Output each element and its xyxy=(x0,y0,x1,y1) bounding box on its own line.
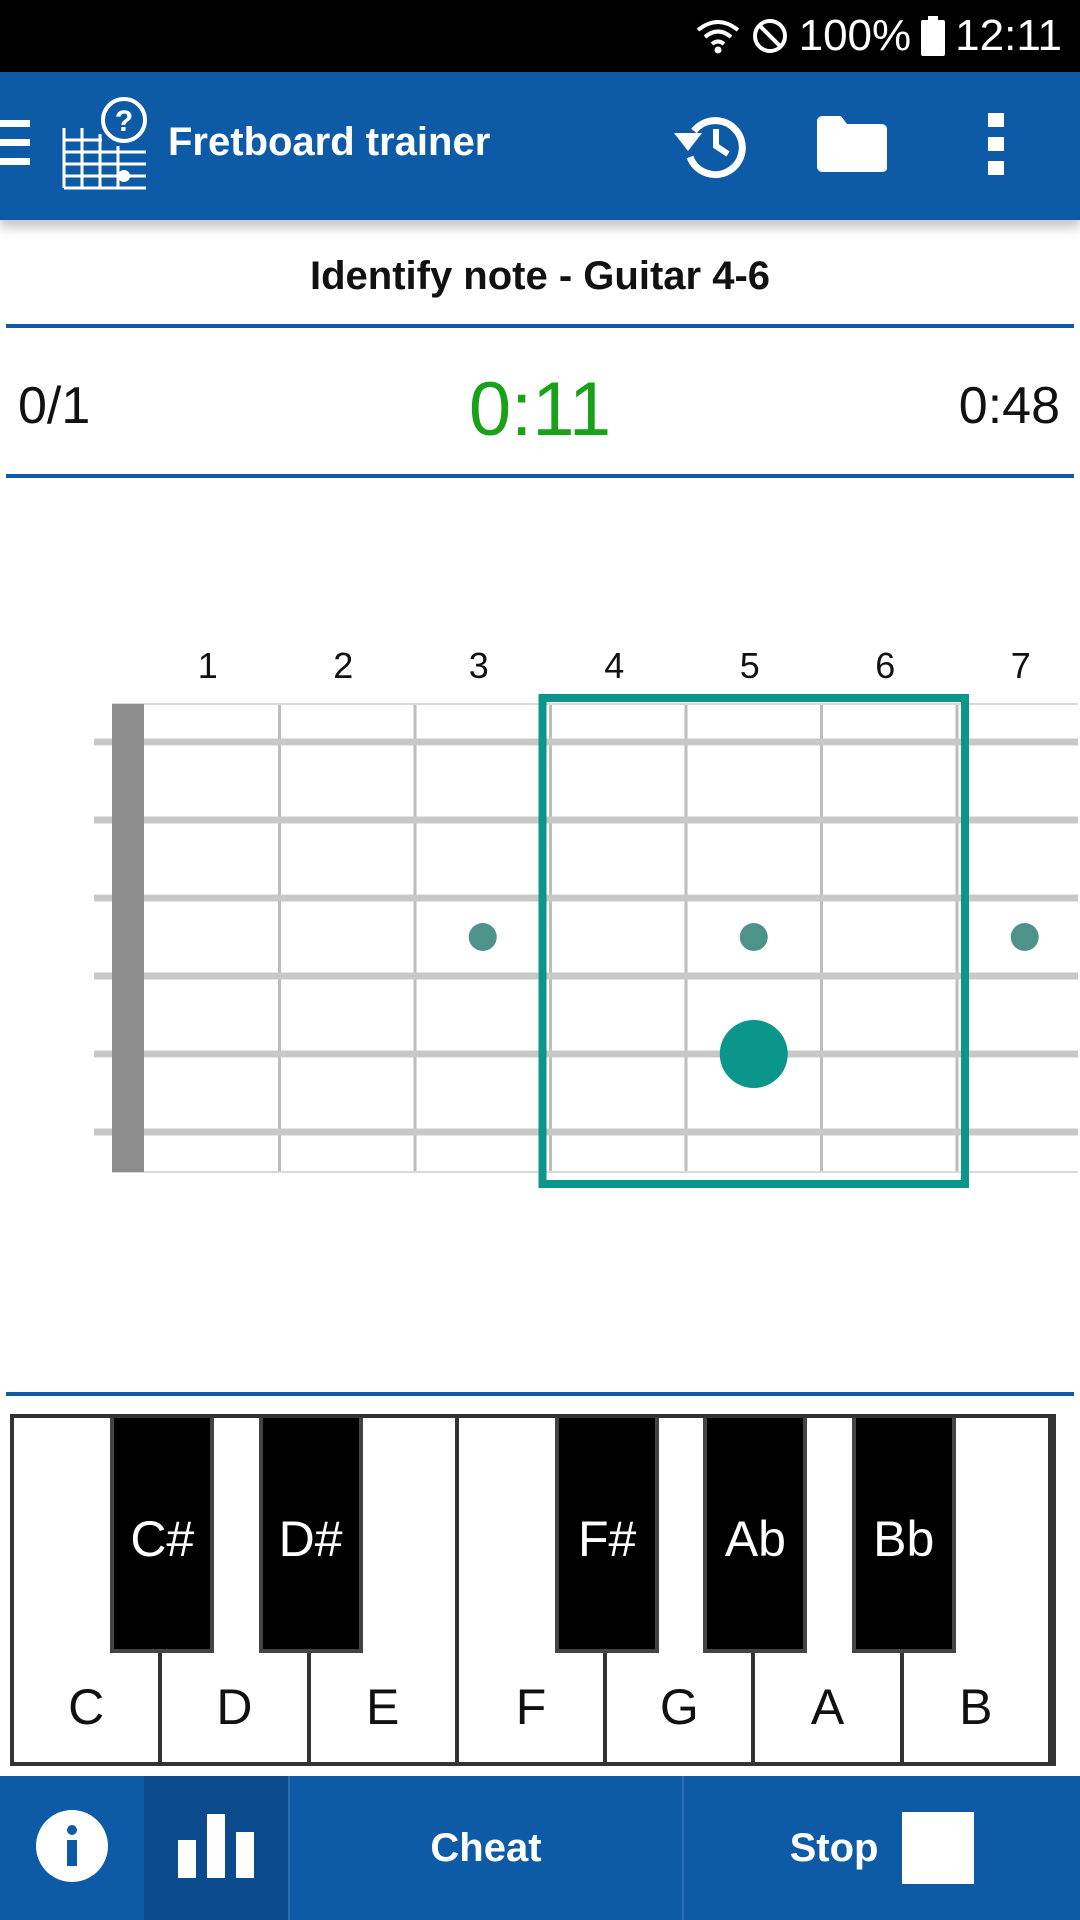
more-options-button[interactable] xyxy=(956,106,1036,186)
piano-key-ab[interactable]: Ab xyxy=(703,1418,808,1653)
folder-button[interactable] xyxy=(812,106,892,186)
piano-keyboard: C D E F G A B C# D# F# Ab Bb xyxy=(10,1414,1056,1766)
exercise-title: Identify note - Guitar 4-6 xyxy=(309,254,771,298)
cheat-button[interactable]: Cheat xyxy=(288,1776,682,1920)
piano-key-label: C# xyxy=(130,1511,195,1567)
piano-key-d-sharp[interactable]: D# xyxy=(258,1418,363,1653)
battery-level: 100% xyxy=(798,11,912,60)
clock: 12:11 xyxy=(955,11,1062,60)
stop-button[interactable]: Stop xyxy=(682,1776,1080,1920)
piano-key-label: E xyxy=(366,1679,400,1735)
piano-key-label: F xyxy=(515,1679,547,1735)
info-button[interactable] xyxy=(0,1776,144,1920)
total-time: 0:48 xyxy=(958,377,1060,435)
fret-number: 3 xyxy=(469,645,489,686)
status-bar: 100% 12:11 xyxy=(0,0,1080,72)
menu-icon[interactable] xyxy=(0,116,32,170)
piano-key-label: G xyxy=(659,1679,699,1735)
svg-text:?: ? xyxy=(115,105,133,138)
app-bar: ? Fretboard trainer xyxy=(0,72,1080,220)
divider xyxy=(6,474,1074,478)
piano-key-label: C xyxy=(68,1679,105,1735)
app-title: Fretboard trainer xyxy=(168,120,491,164)
piano-key-label: Ab xyxy=(724,1511,786,1567)
stop-icon xyxy=(902,1812,975,1884)
piano-key-label: D xyxy=(216,1679,253,1735)
fret-number: 2 xyxy=(333,645,353,686)
fret-inlay-dot xyxy=(739,923,768,951)
target-note-marker xyxy=(719,1020,788,1088)
piano-key-label: D# xyxy=(278,1511,343,1567)
fretboard-question-logo: ? xyxy=(62,96,152,192)
fretboard-diagram: 1 2 3 4 5 6 7 xyxy=(94,645,1078,1188)
bar-chart-icon xyxy=(178,1813,254,1883)
fret-number: 4 xyxy=(604,645,624,686)
history-icon xyxy=(672,109,748,184)
cheat-label: Cheat xyxy=(430,1825,542,1870)
folder-icon xyxy=(815,114,889,179)
wifi-icon xyxy=(695,16,741,56)
question-timer: 0:11 xyxy=(468,367,612,452)
fret-number: 5 xyxy=(740,645,760,686)
do-not-disturb-icon xyxy=(751,17,789,55)
fret-number: 6 xyxy=(875,645,895,686)
fret-number: 1 xyxy=(198,645,218,686)
divider xyxy=(6,324,1074,328)
status-icons: 100% 12:11 xyxy=(695,0,1062,72)
info-icon xyxy=(36,1809,108,1887)
fretboard: 1 2 3 4 5 6 7 xyxy=(0,640,1080,1200)
fret-inlay-dot xyxy=(468,923,497,951)
nut xyxy=(112,704,144,1172)
fret-number: 7 xyxy=(1011,645,1031,686)
bottom-bar: Cheat Stop xyxy=(0,1776,1080,1920)
history-button[interactable] xyxy=(670,106,750,186)
piano-key-label: Bb xyxy=(873,1511,935,1567)
divider xyxy=(6,1392,1074,1396)
more-vert-icon xyxy=(986,112,1006,180)
piano-key-c-sharp[interactable]: C# xyxy=(110,1418,215,1653)
piano-key-label: B xyxy=(959,1679,993,1735)
statistics-button[interactable] xyxy=(144,1776,288,1920)
battery-icon xyxy=(921,16,946,56)
piano-key-f-sharp[interactable]: F# xyxy=(555,1418,660,1653)
fret-inlay-dot xyxy=(1010,923,1039,951)
piano-key-label: F# xyxy=(577,1511,637,1567)
piano-key-label: A xyxy=(810,1679,845,1735)
piano-key-bb[interactable]: Bb xyxy=(851,1418,956,1653)
stop-label: Stop xyxy=(789,1825,879,1870)
